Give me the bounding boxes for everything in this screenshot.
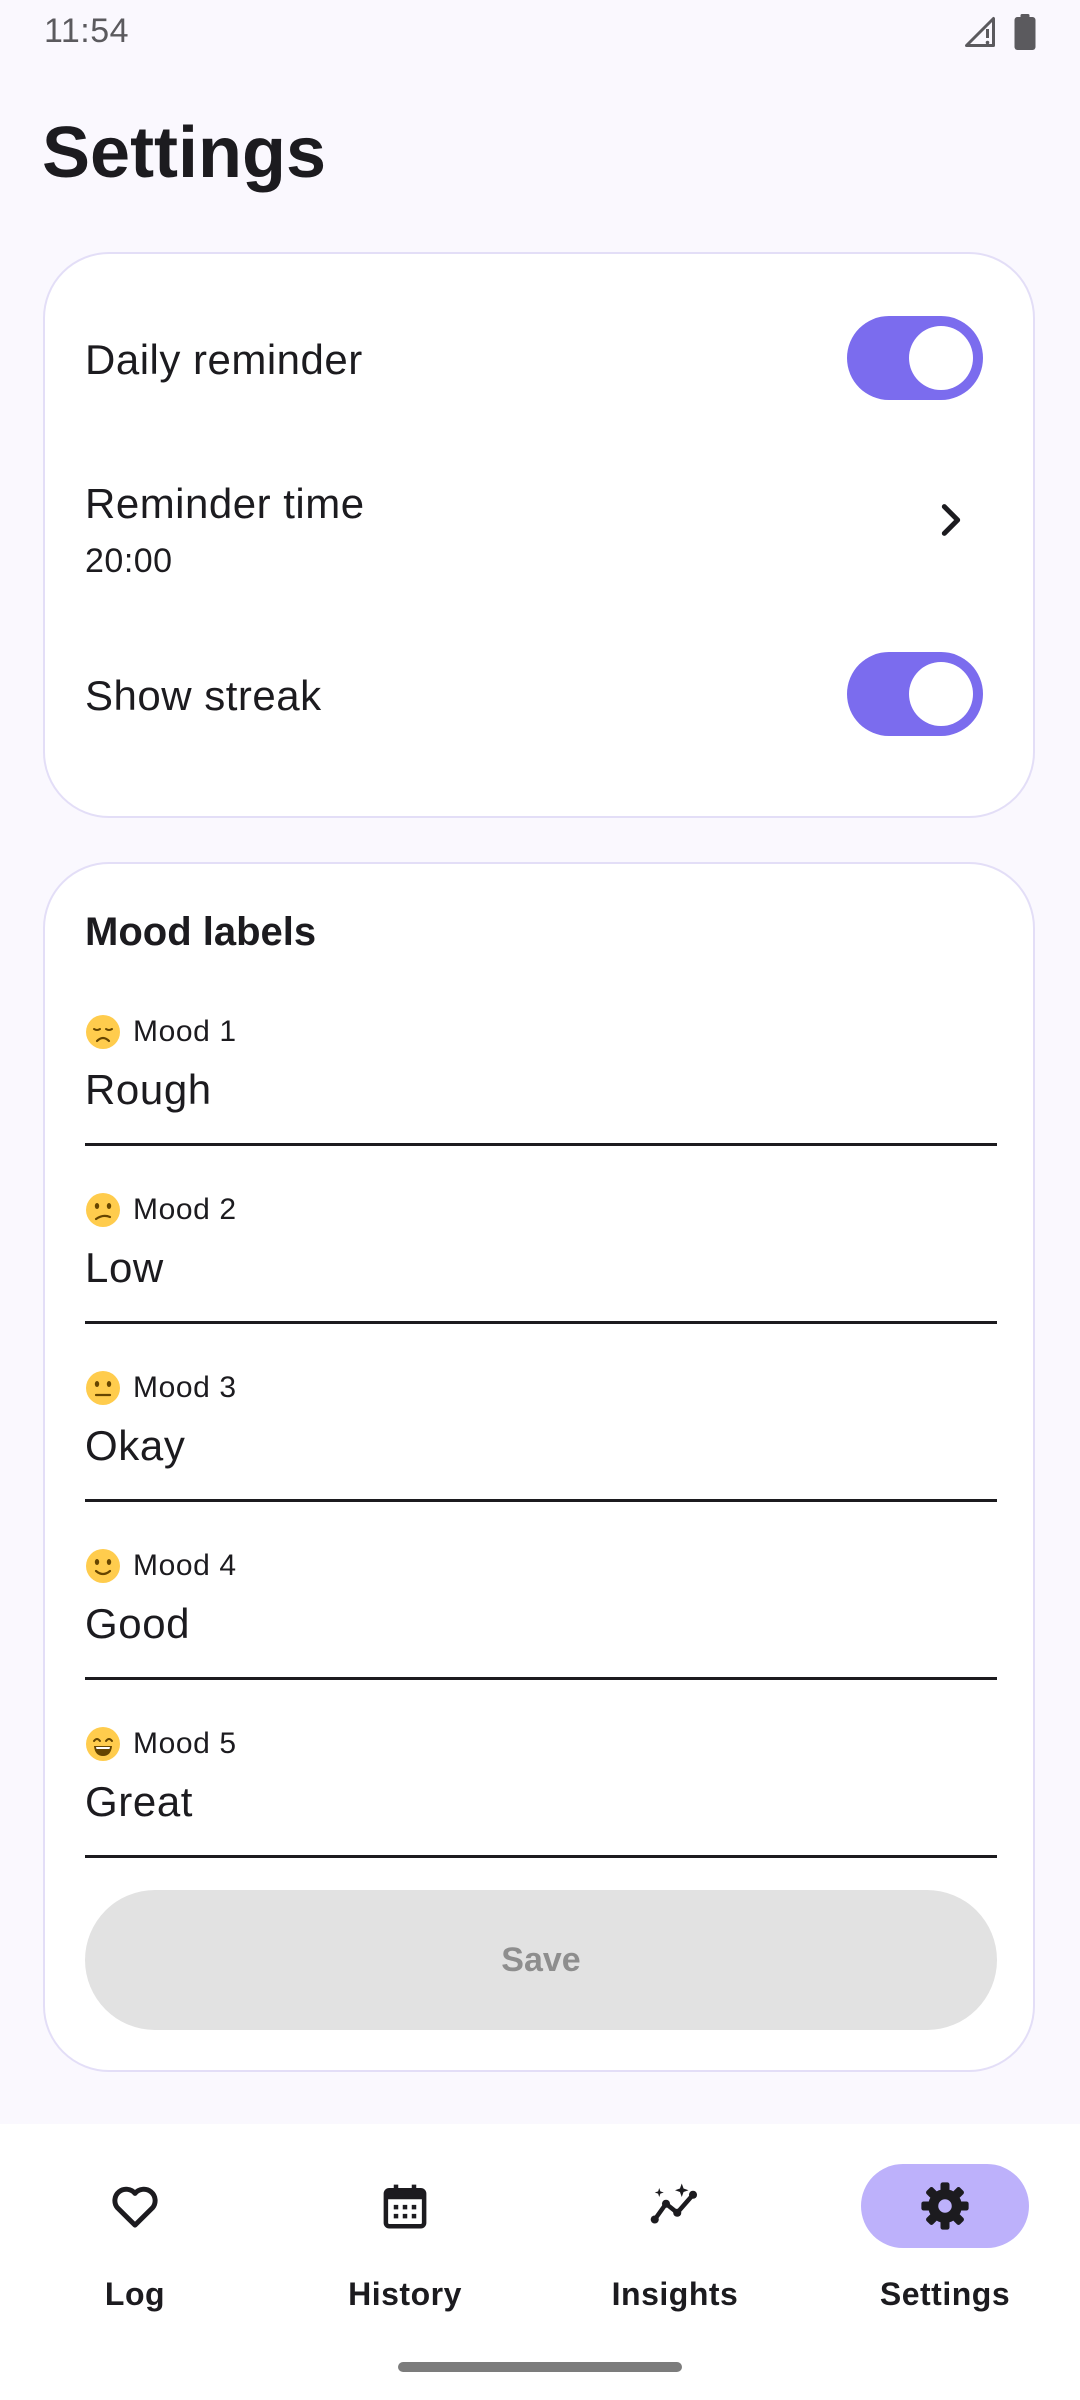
mood-2-field[interactable]: Mood 2 Low xyxy=(85,1190,997,1324)
daily-reminder-label: Daily reminder xyxy=(85,336,363,383)
reminder-time-value: 20:00 xyxy=(85,542,173,580)
daily-reminder-row[interactable]: Daily reminder xyxy=(85,314,993,404)
mood-2-value: Low xyxy=(85,1244,164,1291)
calendar-icon xyxy=(383,2184,427,2229)
nav-label-history: History xyxy=(348,2276,462,2312)
show-streak-label: Show streak xyxy=(85,672,322,719)
page-title: Settings xyxy=(42,113,327,193)
mood-2-caption: Mood 2 xyxy=(133,1193,237,1226)
mood-3-value: Okay xyxy=(85,1422,186,1469)
neutral-face-icon xyxy=(86,1371,120,1405)
mood-5-value: Great xyxy=(85,1778,194,1825)
status-bar: 11:54 xyxy=(0,0,1080,62)
status-time: 11:54 xyxy=(44,12,130,50)
show-streak-toggle[interactable] xyxy=(847,652,983,736)
nav-label-log: Log xyxy=(104,2276,166,2312)
gear-icon xyxy=(921,2182,969,2230)
nav-label-settings: Settings xyxy=(879,2276,1011,2312)
mood-1-field[interactable]: Mood 1 Rough xyxy=(85,1012,997,1146)
insights-icon xyxy=(650,2183,698,2224)
nav-item-history[interactable]: History xyxy=(270,2164,540,2314)
mood-4-caption: Mood 4 xyxy=(133,1549,237,1582)
nav-label-insights: Insights xyxy=(611,2276,739,2312)
signal-icon xyxy=(965,17,995,47)
chevron-right-icon xyxy=(941,504,961,536)
heart-icon xyxy=(112,2186,158,2228)
mood-5-caption-row: Mood 5 xyxy=(85,1726,237,1762)
mood-4-caption-row: Mood 4 xyxy=(85,1548,237,1584)
mood-5-field[interactable]: Mood 5 Great xyxy=(85,1724,997,1858)
bottom-navigation: Log History Insights Settings xyxy=(0,2124,1080,2400)
slightly-smiling-face-icon xyxy=(86,1549,120,1583)
mood-4-value: Good xyxy=(85,1600,191,1647)
toggle-knob xyxy=(909,662,973,726)
nav-item-insights[interactable]: Insights xyxy=(540,2164,810,2314)
mood-1-caption-row: Mood 1 xyxy=(85,1014,237,1050)
mood-3-field[interactable]: Mood 3 Okay xyxy=(85,1368,997,1502)
preferences-card: Daily reminder Reminder time 20:00 Show … xyxy=(43,252,1035,818)
daily-reminder-toggle[interactable] xyxy=(847,316,983,400)
mood-1-caption: Mood 1 xyxy=(133,1015,237,1048)
mood-4-field[interactable]: Mood 4 Good xyxy=(85,1546,997,1680)
mood-3-caption: Mood 3 xyxy=(133,1371,237,1404)
mood-labels-card: Mood labels Mood 1 Rough Mood 2 Low Mood… xyxy=(43,862,1035,2072)
mood-3-caption-row: Mood 3 xyxy=(85,1370,237,1406)
status-icons xyxy=(962,14,1036,50)
home-indicator[interactable] xyxy=(398,2362,682,2372)
grinning-face-icon xyxy=(86,1727,120,1761)
mood-5-caption: Mood 5 xyxy=(133,1727,237,1760)
nav-item-settings[interactable]: Settings xyxy=(810,2164,1080,2314)
disappointed-face-icon xyxy=(86,1015,120,1049)
show-streak-row[interactable]: Show streak xyxy=(85,650,993,740)
mood-2-caption-row: Mood 2 xyxy=(85,1192,237,1228)
mood-labels-title: Mood labels xyxy=(85,910,317,954)
confused-face-icon xyxy=(86,1193,120,1227)
save-button[interactable]: Save xyxy=(85,1890,997,2030)
mood-1-value: Rough xyxy=(85,1066,212,1113)
reminder-time-label: Reminder time xyxy=(85,480,365,527)
toggle-knob xyxy=(909,326,973,390)
reminder-time-row[interactable]: Reminder time 20:00 xyxy=(85,480,993,600)
battery-icon xyxy=(1014,14,1036,50)
nav-item-log[interactable]: Log xyxy=(0,2164,270,2314)
